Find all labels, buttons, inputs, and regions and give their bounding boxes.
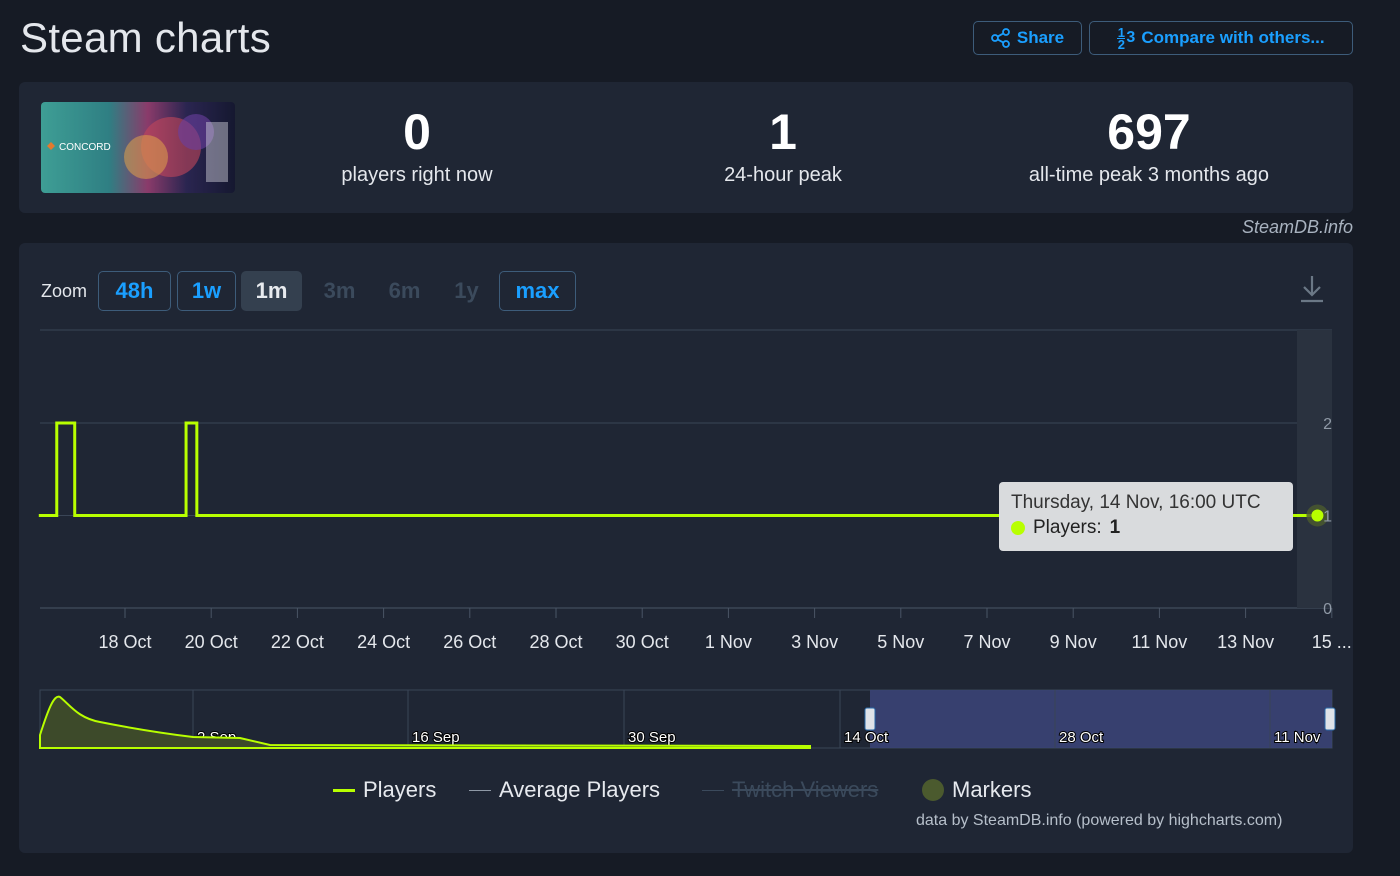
legend-twitch-swatch [702,789,724,791]
legend-markers[interactable]: Markers [922,777,1031,803]
navigator-tick-label: 28 Oct [1059,729,1104,746]
x-tick-label: 18 Oct [98,632,151,652]
x-tick-label: 24 Oct [357,632,410,652]
navigator-tick-label: 14 Oct [844,729,889,746]
legend-average-label: Average Players [499,777,661,802]
chart-tooltip: Thursday, 14 Nov, 16:00 UTC Players: 1 [999,482,1293,551]
navigator-right-handle [1324,707,1336,731]
x-tick-label: 9 Nov [1050,632,1097,652]
legend-average-players[interactable]: Average Players [469,777,660,803]
tooltip-series-dot [1011,521,1025,535]
y-tick-label: 0 [1323,601,1332,618]
legend-average-swatch [469,789,491,791]
chart-navigator[interactable]: 2 Sep16 Sep30 Sep14 Oct28 Oct11 Nov [39,689,1336,749]
legend-twitch-viewers[interactable]: Twitch Viewers [702,777,878,803]
navigator-left-handle [864,707,876,731]
navigator-tick-label: 30 Sep [628,729,676,746]
x-tick-label: 28 Oct [529,632,582,652]
x-tick-label: 11 Nov [1132,632,1188,652]
y-tick-label: 1 [1323,509,1332,526]
y-tick-label: 2 [1323,416,1332,433]
legend-markers-swatch [922,779,944,801]
legend-twitch-label: Twitch Viewers [732,777,879,802]
legend-players-swatch [333,788,355,792]
x-tick-label: 13 Nov [1217,632,1274,652]
tooltip-series-label: Players: [1033,517,1102,538]
x-tick-label: 26 Oct [443,632,496,652]
x-tick-label: 15 ... [1312,632,1352,652]
x-tick-label: 7 Nov [963,632,1010,652]
x-tick-label: 22 Oct [271,632,324,652]
x-tick-label: 30 Oct [616,632,669,652]
x-tick-label: 3 Nov [791,632,838,652]
legend-players[interactable]: Players [333,777,436,803]
hover-marker-point [1311,509,1324,522]
x-tick-label: 5 Nov [877,632,924,652]
player-count-chart[interactable]: 18 Oct 20 Oct 22 Oct 24 Oct 26 Oct 28 Oct 30 O… [0,0,1400,876]
x-axis-ticks: 18 Oct 20 Oct 22 Oct 24 Oct 26 Oct 28 Oct 30 O… [98,608,1352,652]
navigator-tick-label: 11 Nov [1274,729,1321,746]
chart-grid [40,329,1332,609]
x-tick-label: 20 Oct [185,632,238,652]
navigator-tick-label: 16 Sep [412,729,460,746]
legend-markers-label: Markers [952,777,1032,802]
x-tick-label: 1 Nov [705,632,752,652]
current-period-band [1297,330,1332,608]
tooltip-value: 1 [1109,517,1121,538]
tooltip-date: Thursday, 14 Nov, 16:00 UTC [1011,492,1261,513]
legend-players-label: Players [363,777,437,802]
highcharts-credit[interactable]: data by SteamDB.info (powered by highcha… [916,812,1282,830]
